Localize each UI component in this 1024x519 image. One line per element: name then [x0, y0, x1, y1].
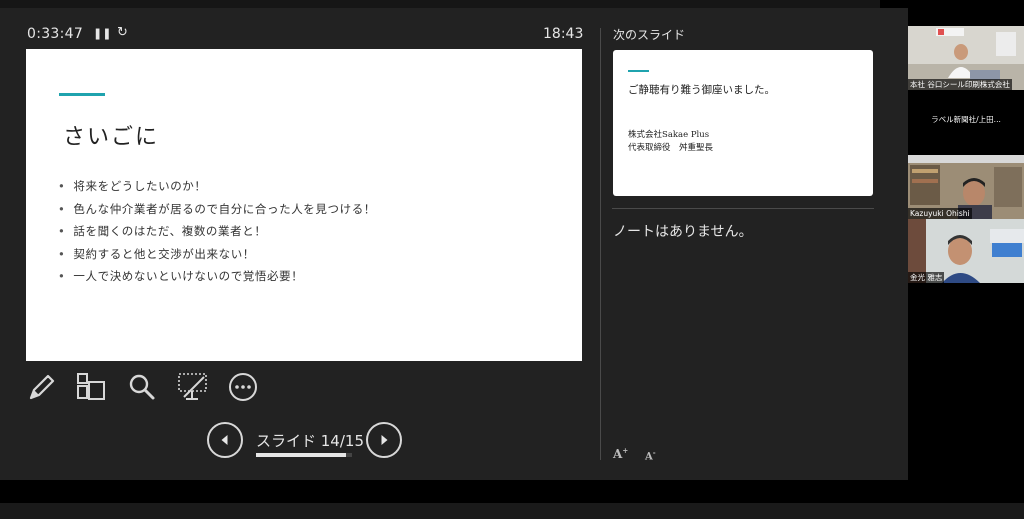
participant-video-tile[interactable]: Kazuyuki Ohishi	[908, 155, 1024, 219]
slide-accent-bar	[59, 93, 105, 96]
slide-title: さいごに	[63, 125, 160, 150]
slide-progress-bar	[256, 453, 352, 457]
participant-video-tile[interactable]: 本社 谷口シール印刷株式会社	[908, 26, 1024, 90]
slide-counter[interactable]: スライド 14/15	[256, 430, 364, 451]
increase-font-sign: +	[622, 446, 629, 455]
pen-icon[interactable]	[25, 370, 59, 404]
next-slide-label: 次のスライド	[613, 28, 686, 42]
panel-divider	[600, 28, 601, 460]
more-icon[interactable]	[226, 370, 260, 404]
next-slide-title: ご静聴有り難う御座いました。	[628, 84, 775, 96]
slide-bullet: 一人で決めないといけないので覚悟必要！	[58, 265, 376, 288]
current-clock: 18:43	[543, 26, 584, 42]
next-slide-company: 株式会社Sakae Plus	[628, 130, 710, 140]
decrease-font-sign: -	[652, 448, 656, 457]
next-slide-button[interactable]	[366, 422, 402, 458]
slide-bullet: 色んな仲介業者が居るので自分に合った人を見つける！	[58, 198, 376, 221]
notes-divider	[612, 208, 874, 209]
next-slide-accent-bar	[628, 70, 649, 72]
speaker-notes: ノートはありません。	[613, 224, 753, 240]
increase-font-button[interactable]: A+	[613, 446, 628, 461]
reset-timer-icon[interactable]: ↻	[117, 25, 128, 40]
increase-font-letter: A	[613, 447, 623, 461]
next-slide-preview[interactable]: ご静聴有り難う御座いました。 株式会社Sakae Plus 代表取締役 舛重聖長	[613, 50, 873, 196]
bottom-strip	[0, 503, 1024, 519]
participant-video-tile[interactable]: 金光 雅志	[908, 219, 1024, 283]
previous-slide-button[interactable]	[207, 422, 243, 458]
slide-progress-fill	[256, 453, 346, 457]
slide-bullet-list: 将来をどうしたいのか！ 色んな仲介業者が居るので自分に合った人を見つける！ 話を…	[58, 175, 376, 288]
decrease-font-letter: A	[645, 451, 653, 463]
slide-bullet: 契約すると他と交渉が出来ない！	[58, 243, 376, 266]
current-slide: さいごに 将来をどうしたいのか！ 色んな仲介業者が居るので自分に合った人を見つけ…	[26, 49, 582, 361]
top-bar	[0, 0, 880, 8]
pause-timer-icon[interactable]: ❚❚	[93, 27, 111, 40]
previous-arrow-icon	[221, 435, 228, 445]
participant-name: Kazuyuki Ohishi	[908, 208, 972, 219]
next-arrow-icon	[381, 435, 388, 445]
slide-bullet: 将来をどうしたいのか！	[58, 175, 376, 198]
next-slide-person: 代表取締役 舛重聖長	[628, 143, 714, 153]
participant-name: ラベル新聞社/上田...	[931, 115, 1001, 124]
participant-name: 金光 雅志	[908, 272, 945, 283]
screen-off-icon[interactable]	[176, 370, 210, 404]
magnifier-icon[interactable]	[125, 370, 159, 404]
slide-bullet: 話を聞くのはただ、複数の業者と！	[58, 220, 376, 243]
elapsed-timer: 0:33:47	[27, 26, 84, 42]
all-slides-icon[interactable]	[74, 370, 108, 404]
participant-name: 本社 谷口シール印刷株式会社	[908, 79, 1012, 90]
decrease-font-button[interactable]: A-	[645, 448, 656, 462]
